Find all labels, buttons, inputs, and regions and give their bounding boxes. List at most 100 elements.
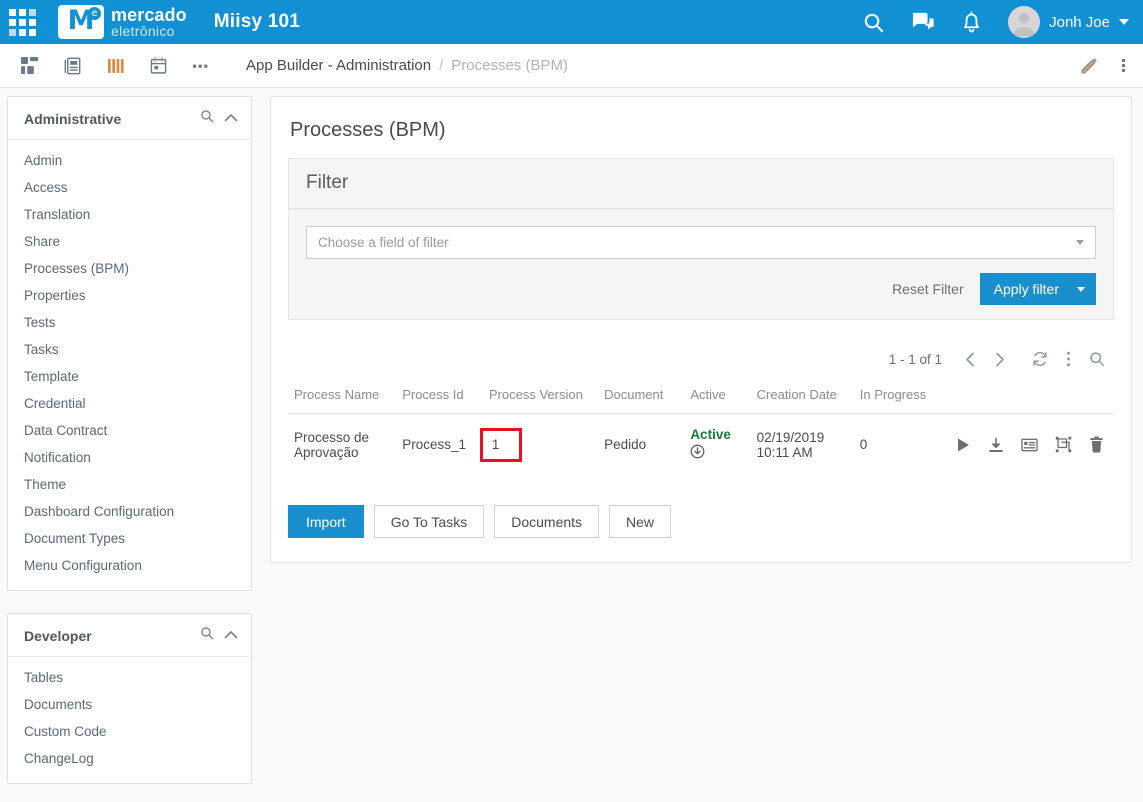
more-icon[interactable] [180, 44, 223, 88]
sidebar-item-credential[interactable]: Credential [8, 390, 251, 417]
main-content: Processes (BPM) Filter Choose a field of… [259, 88, 1143, 563]
table-row[interactable]: Processo de Aprovação Process_1 1 Pedido… [288, 414, 1114, 476]
reset-filter-button[interactable]: Reset Filter [876, 273, 980, 305]
user-name: Jonh Joe [1049, 13, 1110, 31]
prev-page-icon[interactable] [956, 347, 985, 372]
status-badge: Active [690, 427, 731, 442]
documents-button[interactable]: Documents [494, 505, 600, 538]
pages-icon[interactable] [51, 44, 94, 88]
column-header-process-version[interactable]: Process Version [482, 378, 599, 414]
cell-creation-date: 02/19/2019 10:11 AM [756, 429, 825, 460]
apply-filter-button[interactable]: Apply filter [979, 273, 1073, 305]
column-header-document[interactable]: Document [598, 378, 685, 414]
column-header-process-id[interactable]: Process Id [396, 378, 483, 414]
logo-line-2: eletrônico [111, 23, 175, 40]
cell-active: Active [684, 414, 750, 476]
sidebar-section-title: Developer [24, 627, 92, 644]
sidebar-item-document-types[interactable]: Document Types [8, 525, 251, 552]
cell-actions [950, 414, 1114, 476]
process-version-highlight: 1 [479, 427, 523, 462]
refresh-icon[interactable] [1023, 346, 1057, 372]
top-header-bar: M e mercado eletrônico Miisy 101 Jonh Jo… [0, 0, 1143, 44]
diagram-icon[interactable] [1055, 436, 1072, 453]
action-buttons: Import Go To Tasks Documents New [288, 505, 1114, 538]
chevron-down-icon[interactable] [1119, 19, 1129, 25]
filter-title: Filter [306, 172, 349, 193]
status-download-icon[interactable] [690, 444, 744, 462]
sidebar-item-processes-bpm[interactable]: Processes (BPM) [8, 255, 251, 282]
filter-field-placeholder: Choose a field of filter [318, 235, 449, 250]
cell-process-name: Processo de Aprovação [294, 429, 370, 460]
sidebar-item-tests[interactable]: Tests [8, 309, 251, 336]
pagination-label: 1 - 1 of 1 [888, 351, 942, 367]
table-search-icon[interactable] [1080, 346, 1114, 372]
brand-logo: M e mercado eletrônico [58, 5, 187, 39]
cell-process-version: 1 [479, 414, 598, 476]
kebab-menu-icon[interactable] [1116, 55, 1131, 76]
sidebar-item-properties[interactable]: Properties [8, 282, 251, 309]
sidebar-item-data-contract[interactable]: Data Contract [8, 417, 251, 444]
process-version-value: 1 [491, 436, 500, 452]
column-header-active[interactable]: Active [684, 378, 751, 414]
section-search-icon[interactable] [200, 109, 214, 128]
sidebar-section-header[interactable]: Developer [8, 614, 251, 657]
chat-icon[interactable] [911, 11, 935, 33]
sidebar-item-notification[interactable]: Notification [8, 444, 251, 471]
section-collapse-icon[interactable] [224, 627, 238, 645]
new-button[interactable]: New [609, 505, 672, 538]
filter-field-select[interactable]: Choose a field of filter [306, 226, 1096, 259]
import-button[interactable]: Import [288, 505, 364, 538]
section-search-icon[interactable] [200, 626, 214, 645]
processes-panel: Processes (BPM) Filter Choose a field of… [270, 96, 1132, 563]
section-collapse-icon[interactable] [224, 110, 238, 128]
columns-icon[interactable] [94, 44, 137, 88]
logo-line-1: mercado [111, 4, 187, 25]
sidebar-item-share[interactable]: Share [8, 228, 251, 255]
cell-process-id: Process_1 [402, 437, 466, 452]
logo-mark-sup: e [88, 7, 101, 20]
sidebar-item-theme[interactable]: Theme [8, 471, 251, 498]
delete-icon[interactable] [1089, 436, 1104, 453]
sidebar-section-title: Administrative [24, 110, 122, 127]
apps-grid-icon[interactable] [0, 0, 44, 44]
filter-header: Filter [289, 159, 1113, 209]
table-toolbar: 1 - 1 of 1 [288, 346, 1114, 372]
sidebar-item-tables[interactable]: Tables [8, 664, 251, 691]
column-header-process-name[interactable]: Process Name [288, 378, 397, 414]
sidebar-item-dashboard-configuration[interactable]: Dashboard Configuration [8, 498, 251, 525]
calendar-icon[interactable] [137, 44, 180, 88]
user-menu[interactable]: Jonh Joe [1008, 6, 1129, 38]
apply-filter-dropdown-button[interactable] [1073, 273, 1096, 305]
sidebar-item-admin[interactable]: Admin [8, 147, 251, 174]
sidebar-item-translation[interactable]: Translation [8, 201, 251, 228]
sidebar: Administrative Admin Access Translation … [0, 88, 259, 802]
download-icon[interactable] [988, 437, 1004, 453]
edit-pencil-icon[interactable] [1080, 57, 1098, 75]
run-icon[interactable] [956, 437, 971, 453]
sidebar-item-changelog[interactable]: ChangeLog [8, 745, 251, 772]
sidebar-section-body: Tables Documents Custom Code ChangeLog [8, 657, 251, 783]
go-to-tasks-button[interactable]: Go To Tasks [373, 505, 485, 538]
chevron-down-icon[interactable] [1076, 240, 1084, 245]
sidebar-item-custom-code[interactable]: Custom Code [8, 718, 251, 745]
breadcrumb-parent[interactable]: App Builder - Administration [246, 57, 431, 74]
search-icon[interactable] [862, 11, 885, 34]
sidebar-item-template[interactable]: Template [8, 363, 251, 390]
bell-icon[interactable] [961, 10, 982, 34]
next-page-icon[interactable] [985, 347, 1014, 372]
column-header-in-progress[interactable]: In Progress [853, 378, 950, 414]
chevron-down-icon [1077, 286, 1085, 292]
sidebar-item-menu-configuration[interactable]: Menu Configuration [8, 552, 251, 579]
breadcrumb-current: Processes (BPM) [451, 57, 568, 74]
sidebar-item-tasks[interactable]: Tasks [8, 336, 251, 363]
sidebar-section-header[interactable]: Administrative [8, 97, 251, 140]
column-options-icon[interactable] [1057, 346, 1080, 372]
logo-mark: M e [58, 5, 104, 39]
sidebar-item-access[interactable]: Access [8, 174, 251, 201]
details-icon[interactable] [1021, 438, 1038, 452]
sidebar-section-body: Admin Access Translation Share Processes… [8, 140, 251, 590]
breadcrumb-separator: / [439, 57, 444, 74]
dashboard-icon[interactable] [8, 44, 51, 88]
column-header-creation-date[interactable]: Creation Date [750, 378, 854, 414]
sidebar-item-documents[interactable]: Documents [8, 691, 251, 718]
